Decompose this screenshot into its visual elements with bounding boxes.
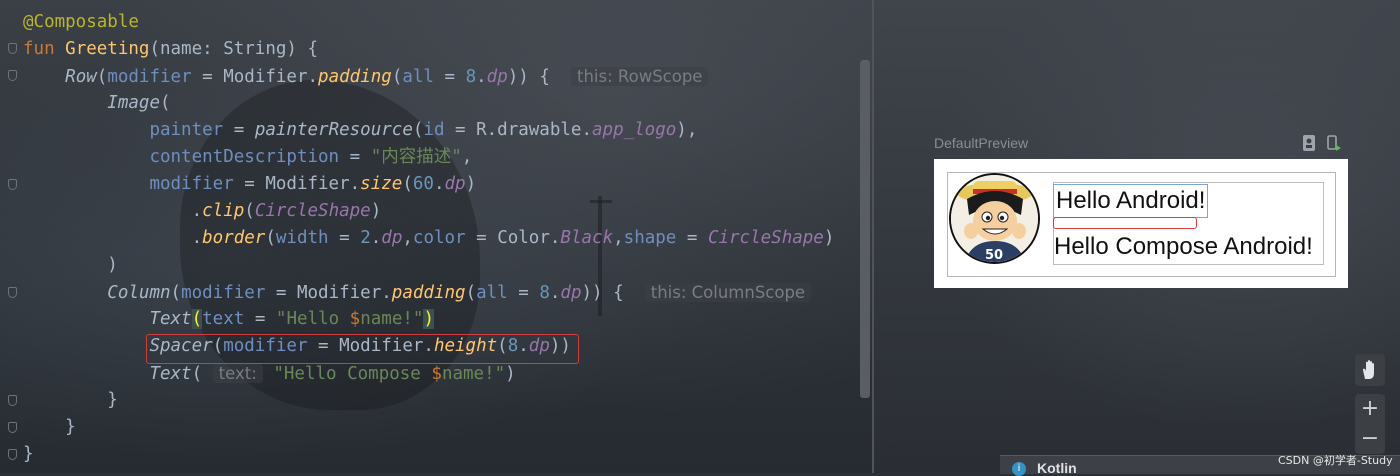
background-wallpaper-pole-bar	[590, 200, 612, 203]
preview-render: 50 Hello Android! Hello Compose Android!	[934, 159, 1348, 288]
watermark: CSDN @初学者-Study	[1278, 454, 1393, 467]
code-line-17[interactable]: }	[23, 441, 34, 468]
code-line-8[interactable]: .clip(CircleShape)	[23, 198, 382, 225]
deploy-preview-icon[interactable]	[1326, 134, 1342, 152]
fold-marker-icon[interactable]	[8, 70, 17, 81]
code-line-5[interactable]: painter = painterResource(id = R.drawabl…	[23, 117, 697, 144]
code-line-14[interactable]: Text( text: "Hello Compose $name!")	[23, 360, 516, 387]
code-line-12[interactable]: Text(text = "Hello $name!")	[23, 306, 434, 333]
fold-marker-icon[interactable]	[8, 179, 17, 190]
notification-label: Kotlin	[1037, 460, 1077, 476]
preview-text-hello-compose: Hello Compose Android!	[1054, 233, 1313, 260]
avatar: 50	[949, 173, 1040, 264]
code-line-15[interactable]: }	[23, 387, 118, 414]
inlay-hint-row-scope: this: RowScope	[570, 67, 709, 86]
code-line-7[interactable]: modifier = Modifier.size(60.dp)	[23, 171, 476, 198]
code-line-9[interactable]: .border(width = 2.dp,color = Color.Black…	[23, 225, 835, 252]
zoom-in-button[interactable]: +	[1355, 394, 1385, 424]
code-line-3[interactable]: Row(modifier = Modifier.padding(all = 8.…	[23, 63, 709, 90]
fold-marker-icon[interactable]	[8, 422, 17, 433]
editor-scrollbar[interactable]	[860, 60, 870, 398]
code-line-16[interactable]: }	[23, 414, 76, 441]
preview-text-hello: Hello Android!	[1053, 184, 1209, 218]
inlay-hint-text-param: text:	[212, 364, 263, 383]
code-line-10[interactable]: )	[23, 252, 118, 279]
fold-marker-icon[interactable]	[8, 449, 17, 460]
code-line-2[interactable]: fun Greeting(name: String) {	[23, 36, 318, 63]
zoom-out-button[interactable]: −	[1355, 424, 1385, 454]
editor-gutter	[0, 0, 20, 473]
preview-spacer-highlight	[1053, 217, 1197, 229]
app-logo-icon: 50	[951, 175, 1038, 262]
pan-hand-icon	[1363, 360, 1374, 379]
fold-marker-icon[interactable]	[8, 287, 17, 298]
avatar-shirt-number: 50	[985, 248, 1003, 262]
preview-title: DefaultPreview	[934, 135, 1029, 151]
code-editor[interactable]: @Composable fun Greeting(name: String) {…	[0, 0, 872, 473]
preview-pane: DefaultPreview 50 Hello Android! Hello C…	[874, 0, 1400, 473]
inlay-hint-column-scope: this: ColumnScope	[644, 283, 812, 302]
info-icon: i	[1012, 462, 1026, 476]
fold-marker-icon[interactable]	[8, 43, 17, 54]
preview-interactive-icon[interactable]	[1301, 134, 1317, 152]
code-line-6[interactable]: contentDescription = "内容描述",	[23, 144, 472, 171]
zoom-controls: + −	[1355, 394, 1385, 454]
code-line-1[interactable]: @Composable	[23, 9, 139, 36]
code-token: @Composable	[23, 12, 139, 32]
code-line-11[interactable]: Column(modifier = Modifier.padding(all =…	[23, 279, 812, 306]
fold-marker-icon[interactable]	[8, 395, 17, 406]
code-line-4[interactable]: Image(	[23, 90, 170, 117]
pan-hand-button[interactable]	[1355, 354, 1385, 386]
